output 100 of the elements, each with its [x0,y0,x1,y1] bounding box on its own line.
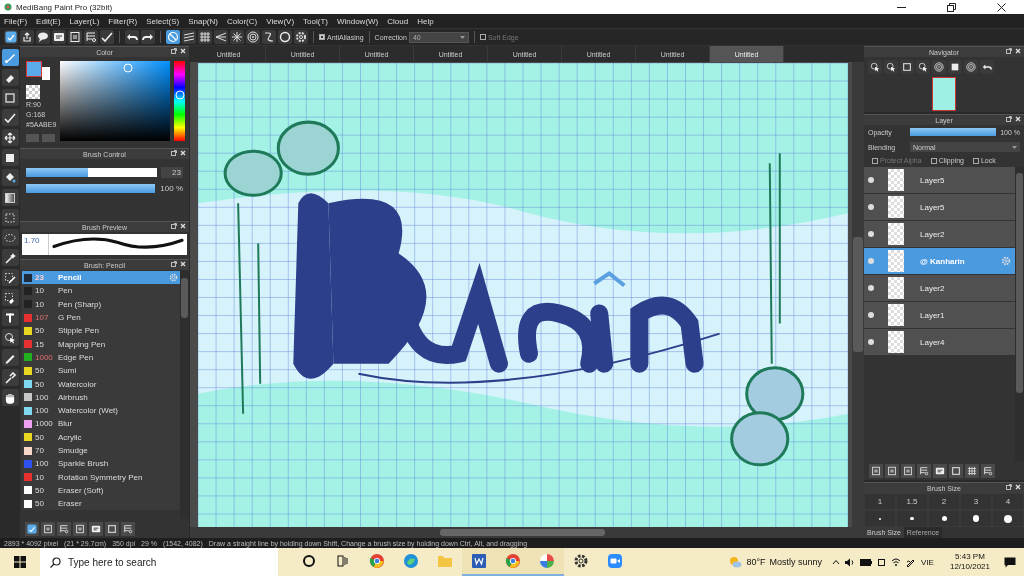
navigator-button[interactable] [980,60,994,74]
undock-icon[interactable] [1006,48,1012,54]
brush-list-item[interactable]: 50 Eraser [22,497,180,511]
visibility-toggle[interactable] [868,231,874,237]
foreground-color-swatch[interactable] [26,61,42,77]
background-color-swatch[interactable] [42,67,50,80]
visibility-toggle[interactable] [868,285,874,291]
brush-list-item[interactable]: 50 Sumi [22,364,180,378]
horizontal-scrollbar[interactable] [190,527,864,538]
toolbar-button[interactable] [52,30,66,44]
tool-button[interactable] [1,369,19,386]
snap-button[interactable] [182,30,196,44]
tool-button[interactable] [1,69,19,86]
layer-toolbar-button[interactable] [869,463,883,478]
layer-item[interactable]: Layer5 [864,167,1015,193]
snap-button[interactable] [230,30,244,44]
snap-button[interactable] [214,30,228,44]
navigator-button[interactable] [884,60,898,74]
device-icon[interactable] [877,557,887,567]
notification-icon[interactable] [1004,556,1016,568]
visibility-toggle[interactable] [868,177,874,183]
brush-size-preset[interactable]: 1 [864,493,896,510]
navigator-button[interactable] [964,60,978,74]
tool-button[interactable] [1,349,19,366]
layer-item[interactable]: Layer2 [864,275,1015,301]
brush-toolbar-button[interactable] [25,521,39,536]
toolbar-button[interactable] [84,30,98,44]
visibility-toggle[interactable] [868,204,874,210]
search-field[interactable]: Type here to search [40,548,278,576]
brush-size-slider[interactable] [26,168,157,177]
menu-item[interactable]: Cloud [387,16,409,26]
snap-button[interactable] [262,30,276,44]
undock-icon[interactable] [171,261,177,267]
layer-toolbar-button[interactable] [901,463,915,478]
layer-toolbar-button[interactable] [949,463,963,478]
brush-list-item[interactable]: 15 Mapping Pen [22,337,180,351]
brush-toolbar-button[interactable] [105,521,119,536]
snap-button[interactable] [294,30,308,44]
brush-toolbar-button[interactable] [121,521,135,536]
tool-button[interactable] [1,329,19,346]
undock-icon[interactable] [1006,116,1012,122]
navigator-button[interactable] [932,60,946,74]
menu-item[interactable]: View(V) [266,16,295,26]
menu-item[interactable]: Snap(N) [188,16,218,26]
speaker-icon[interactable] [845,557,856,567]
close-icon[interactable] [180,261,186,267]
brush-size-preset[interactable] [928,510,960,527]
brush-toolbar-button[interactable] [57,521,71,536]
toolbar-button[interactable] [20,30,34,44]
snap-button[interactable] [278,30,292,44]
saturation-value-picker[interactable] [60,61,170,141]
tool-button[interactable] [1,189,19,206]
tool-button[interactable] [1,269,19,286]
tool-button[interactable] [1,289,19,306]
hue-slider[interactable] [174,61,185,141]
canvas-thumbnail[interactable] [932,77,956,111]
brush-toolbar-button[interactable] [41,521,55,536]
menu-item[interactable]: Select(S) [146,16,180,26]
brush-size-preset[interactable]: 1.5 [896,493,928,510]
toolbar-button[interactable] [68,30,82,44]
menu-item[interactable]: Window(W) [336,16,379,26]
layer-toolbar-button[interactable] [981,463,995,478]
battery-icon[interactable] [860,558,873,566]
toolbar-button[interactable] [100,30,114,44]
snap-button[interactable] [198,30,212,44]
tool-button[interactable] [1,129,19,146]
menu-item[interactable]: Filter(R) [108,16,138,26]
close-icon[interactable] [1015,484,1021,490]
layer-toolbar-button[interactable] [965,463,979,478]
tool-button[interactable] [1,309,19,326]
brush-size-preset[interactable]: 3 [960,493,992,510]
undock-icon[interactable] [171,223,177,229]
input-language[interactable]: VIE [921,557,934,567]
brush-size-preset[interactable]: 4 [992,493,1024,510]
layer-item[interactable]: Layer1 [864,302,1015,328]
toolbar-button[interactable] [36,30,50,44]
brush-size-preset[interactable]: 2 [928,493,960,510]
vertical-scrollbar[interactable] [852,62,864,527]
brush-list-item[interactable]: 100 Sparkle Brush [22,457,180,471]
layer-item[interactable]: Layer5 [864,194,1015,220]
brush-size-preset[interactable] [960,510,992,527]
layer-toolbar-button[interactable] [917,463,931,478]
toolbar-button[interactable] [4,30,18,44]
undock-icon[interactable] [171,150,177,156]
brush-list-item[interactable]: 10 Rotation Symmetry Pen [22,470,180,484]
menu-item[interactable]: File(F) [4,16,28,26]
menu-item[interactable]: Color(C) [226,16,258,26]
brush-toolbar-button[interactable] [89,521,103,536]
brush-list-item[interactable]: 10 Pen [22,284,180,298]
layer-opacity-slider[interactable] [910,128,997,136]
menu-item[interactable]: Help [417,16,434,26]
menu-item[interactable]: Tool(T) [303,16,328,26]
brush-opacity-slider[interactable] [26,184,155,193]
close-icon[interactable] [180,48,186,54]
tool-button[interactable] [1,109,19,126]
layer-item[interactable]: Layer4 [864,329,1015,355]
chevron-up-icon[interactable] [832,559,841,565]
transparent-color-swatch[interactable] [26,85,40,99]
tool-button[interactable] [1,389,19,406]
tool-button[interactable] [1,89,19,106]
